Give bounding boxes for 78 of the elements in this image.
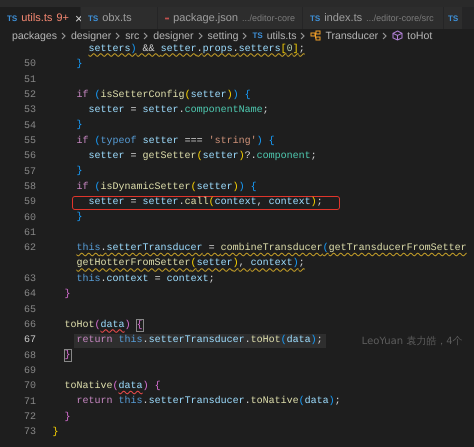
line-number: 60 xyxy=(24,212,36,224)
code-line: } xyxy=(76,211,84,226)
tab-label: package.json xyxy=(173,12,238,24)
code-line: } xyxy=(76,119,84,134)
chevron-icon xyxy=(198,32,204,40)
code-line: } xyxy=(64,410,72,425)
breadcrumb-item[interactable]: setting xyxy=(208,30,238,42)
line-number: 58 xyxy=(24,182,36,194)
code-line: } xyxy=(64,349,72,364)
line-number: 69 xyxy=(24,366,36,378)
line-number: 62 xyxy=(24,243,36,254)
chevron-icon xyxy=(143,32,150,40)
line-number: 55 xyxy=(24,136,36,148)
chevron-icon xyxy=(115,32,122,40)
tab-label: index.ts xyxy=(324,12,362,24)
tab-label: utils.ts xyxy=(21,12,52,24)
chevron-icon xyxy=(242,32,248,40)
line-number: 56 xyxy=(24,151,36,162)
code-line: setters) && setter.props.setters[0]; xyxy=(88,42,306,57)
code-line: } xyxy=(52,426,60,440)
line-number: 53 xyxy=(24,105,36,116)
line-number: 73 xyxy=(24,427,36,438)
code-line: return this.setterTransducer.toNative(data); xyxy=(76,395,342,410)
breadcrumb-item[interactable]: designer xyxy=(70,30,112,42)
breadcrumb-item[interactable]: designer xyxy=(153,30,194,42)
tab-path: .../editor-core xyxy=(242,13,295,23)
code-line: if (isDynamicSetter(setter)) { xyxy=(76,180,258,195)
typescript-icon: TS xyxy=(310,14,320,22)
line-number: 66 xyxy=(24,320,36,332)
typescript-icon: TS xyxy=(88,14,98,22)
typescript-icon: TS xyxy=(252,31,263,40)
line-number: 61 xyxy=(24,228,36,240)
line-number: 64 xyxy=(24,289,36,300)
breadcrumb-item[interactable]: packages xyxy=(12,30,57,42)
editor-tab[interactable]: TS obx.ts xyxy=(81,7,158,29)
code-line: this.context = context; xyxy=(76,272,216,287)
line-number: 71 xyxy=(24,396,36,408)
line-number: 52 xyxy=(24,90,36,102)
code-line: if (typeof setter === 'string') { xyxy=(76,134,276,149)
line-number: 59 xyxy=(24,197,36,208)
code-line: toNative(data) { xyxy=(64,380,162,394)
line-number: 63 xyxy=(24,274,36,286)
line-number: 51 xyxy=(24,74,36,86)
tab-path: .../editor-core/src xyxy=(366,13,434,23)
tab-label: obx.ts xyxy=(102,12,132,24)
typescript-icon: TS xyxy=(448,14,458,22)
breadcrumb-item[interactable]: src xyxy=(125,30,140,42)
code-line: getHotterFromSetter(setter), context); xyxy=(76,257,306,272)
chevron-icon xyxy=(60,32,67,40)
class-icon xyxy=(310,30,322,41)
editor-tab[interactable]: TS xyxy=(444,7,464,29)
code-line: setter = getSetter(setter)?.component; xyxy=(88,150,318,164)
breadcrumb-item[interactable]: toHot xyxy=(407,30,432,42)
editor-tab[interactable]: package.json .../editor-core xyxy=(158,7,303,29)
typescript-icon: TS xyxy=(7,14,18,22)
code-line: setter = setter.componentName; xyxy=(88,104,270,118)
code-line: } xyxy=(76,58,84,72)
line-number: 68 xyxy=(24,350,36,362)
git-blame-annotation: LeoYuan 袁力皓，4个 xyxy=(362,334,463,348)
code-line: } xyxy=(76,165,84,180)
line-number: 57 xyxy=(24,166,36,178)
chevron-icon xyxy=(382,32,388,40)
code-line: toHot(data) { xyxy=(64,318,144,333)
line-number: 65 xyxy=(24,304,36,316)
code-line: this.setterTransducer = combineTransducer(getTransducerFromSetter xyxy=(76,242,468,256)
line-number: 54 xyxy=(24,120,36,132)
breadcrumb-item[interactable]: utils.ts xyxy=(266,30,296,42)
line-number: 67 xyxy=(24,335,36,346)
code-line: } xyxy=(64,288,72,302)
cube-icon xyxy=(392,30,404,41)
code-line: if (isSetterConfig(setter)) { xyxy=(76,88,252,103)
line-number: 70 xyxy=(24,381,36,392)
line-number: 72 xyxy=(24,412,36,424)
editor-tab[interactable]: TS index.ts .../editor-core/src xyxy=(303,7,444,29)
chevron-icon xyxy=(300,32,306,40)
breadcrumb-item[interactable]: Transducer xyxy=(325,30,378,42)
line-number: 50 xyxy=(24,59,36,70)
problem-count: 9+ xyxy=(56,12,69,24)
